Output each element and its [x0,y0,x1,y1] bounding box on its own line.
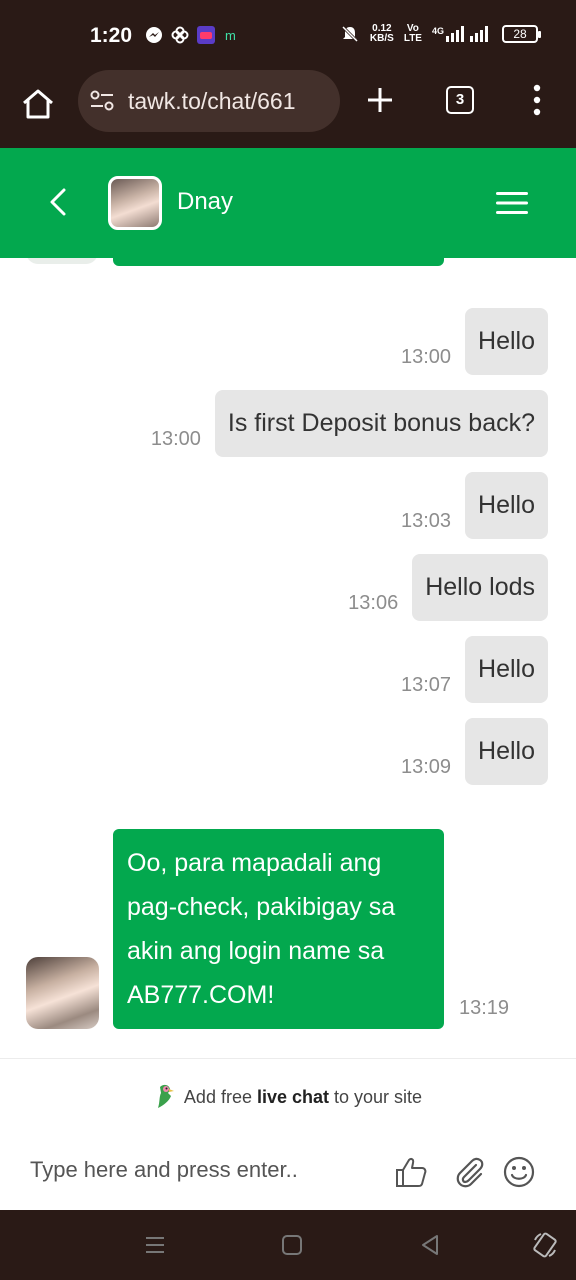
net-speed-unit: KB/S [369,33,394,44]
notification-icons: m [145,26,241,44]
net-speed: 0.12 KB/S [370,24,394,44]
message-bubble: Is first Deposit bonus back? [214,390,548,457]
signal-icons: 4G [432,26,492,42]
message-time: 13:09 [400,756,452,778]
volte-badge: Vo LTE [404,24,422,44]
message-time: 13:00 [150,428,201,450]
browser-toolbar: tawk.to/chat/661 3 [0,70,576,148]
branding-prefix: Add free [183,1087,257,1107]
branding-suffix: to your site [329,1087,423,1107]
address-bar[interactable]: tawk.to/chat/661 [78,70,340,132]
svg-text:m: m [225,28,236,43]
agent-message-avatar [26,957,99,1029]
branding-link[interactable]: Add free live chat to your site [0,1083,576,1109]
thumbs-up-icon[interactable] [394,1155,428,1189]
signal-icon-2 [470,26,488,42]
hamburger-menu-icon[interactable] [496,190,528,216]
tawk-parrot-icon [157,1084,174,1108]
visitor-message: 13:06 Hello lods [348,554,548,621]
signal-icon [446,26,464,42]
new-tab-icon[interactable] [364,84,396,116]
visitor-message: 13:03 Hello [401,472,548,539]
messenger-icon [146,27,162,43]
message-time: 13:07 [400,674,452,696]
pinwheel-icon [171,26,189,44]
url-text[interactable]: tawk.to/chat/661 [128,88,338,115]
attachment-icon[interactable] [452,1155,486,1189]
visitor-message: 13:09 Hello [401,718,548,785]
system-status-icons: 0.12 KB/S Vo LTE 4G 28 [340,24,541,44]
previous-avatar-fragment [26,258,98,264]
site-settings-icon[interactable] [90,90,114,112]
message-time: 13:00 [400,346,452,368]
visitor-message: 13:07 Hello [401,636,548,703]
message-input[interactable] [30,1157,370,1183]
message-bubble: Hello lods [412,554,548,621]
message-time: 13:06 [348,592,399,614]
app-live-icon [197,26,215,44]
visitor-message: 13:00 Hello [401,308,548,375]
screen-rotate-icon[interactable] [532,1232,558,1258]
m-app-icon: m [225,28,236,43]
agent-name: Dnay [177,188,234,215]
chat-messages: 13:00 Hello 13:00 Is first Deposit bonus… [0,258,576,1058]
previous-message-fragment [113,258,444,266]
back-arrow-icon[interactable] [44,184,74,220]
emoji-icon[interactable] [502,1155,536,1189]
system-nav-bar [0,1210,576,1280]
branding-bold: live chat [256,1087,330,1107]
home-nav-icon[interactable] [279,1232,305,1258]
visitor-message: 13:00 Is first Deposit bonus back? [151,390,548,457]
network-type: 4G [431,26,444,36]
status-time: 1:20 [90,24,133,47]
more-options-icon[interactable] [524,82,550,118]
message-time: 13:03 [400,510,452,532]
mute-bell-icon [341,25,358,43]
status-bar: 1:20 m 0.12 KB/S Vo LTE 4G 28 [0,0,576,70]
message-bubble: Hello [465,718,548,785]
message-bubble: Hello [465,636,548,703]
tab-switcher-button[interactable]: 3 [446,86,474,114]
recent-apps-icon[interactable] [142,1232,168,1258]
agent-message: Oo, para mapadali ang pag-check, pakibig… [26,829,546,1029]
agent-message-bubble: Oo, para mapadali ang pag-check, pakibig… [113,829,444,1029]
message-time: 13:19 [459,997,510,1019]
message-bubble: Hello [465,472,548,539]
home-icon[interactable] [20,86,56,122]
chat-footer: Add free live chat to your site [0,1058,576,1210]
agent-avatar [108,176,162,230]
message-bubble: Hello [465,308,548,375]
battery-indicator: 28 [502,25,541,43]
volte-bottom: LTE [403,33,422,44]
back-nav-icon[interactable] [417,1232,443,1258]
chat-header: Dnay [0,148,576,258]
